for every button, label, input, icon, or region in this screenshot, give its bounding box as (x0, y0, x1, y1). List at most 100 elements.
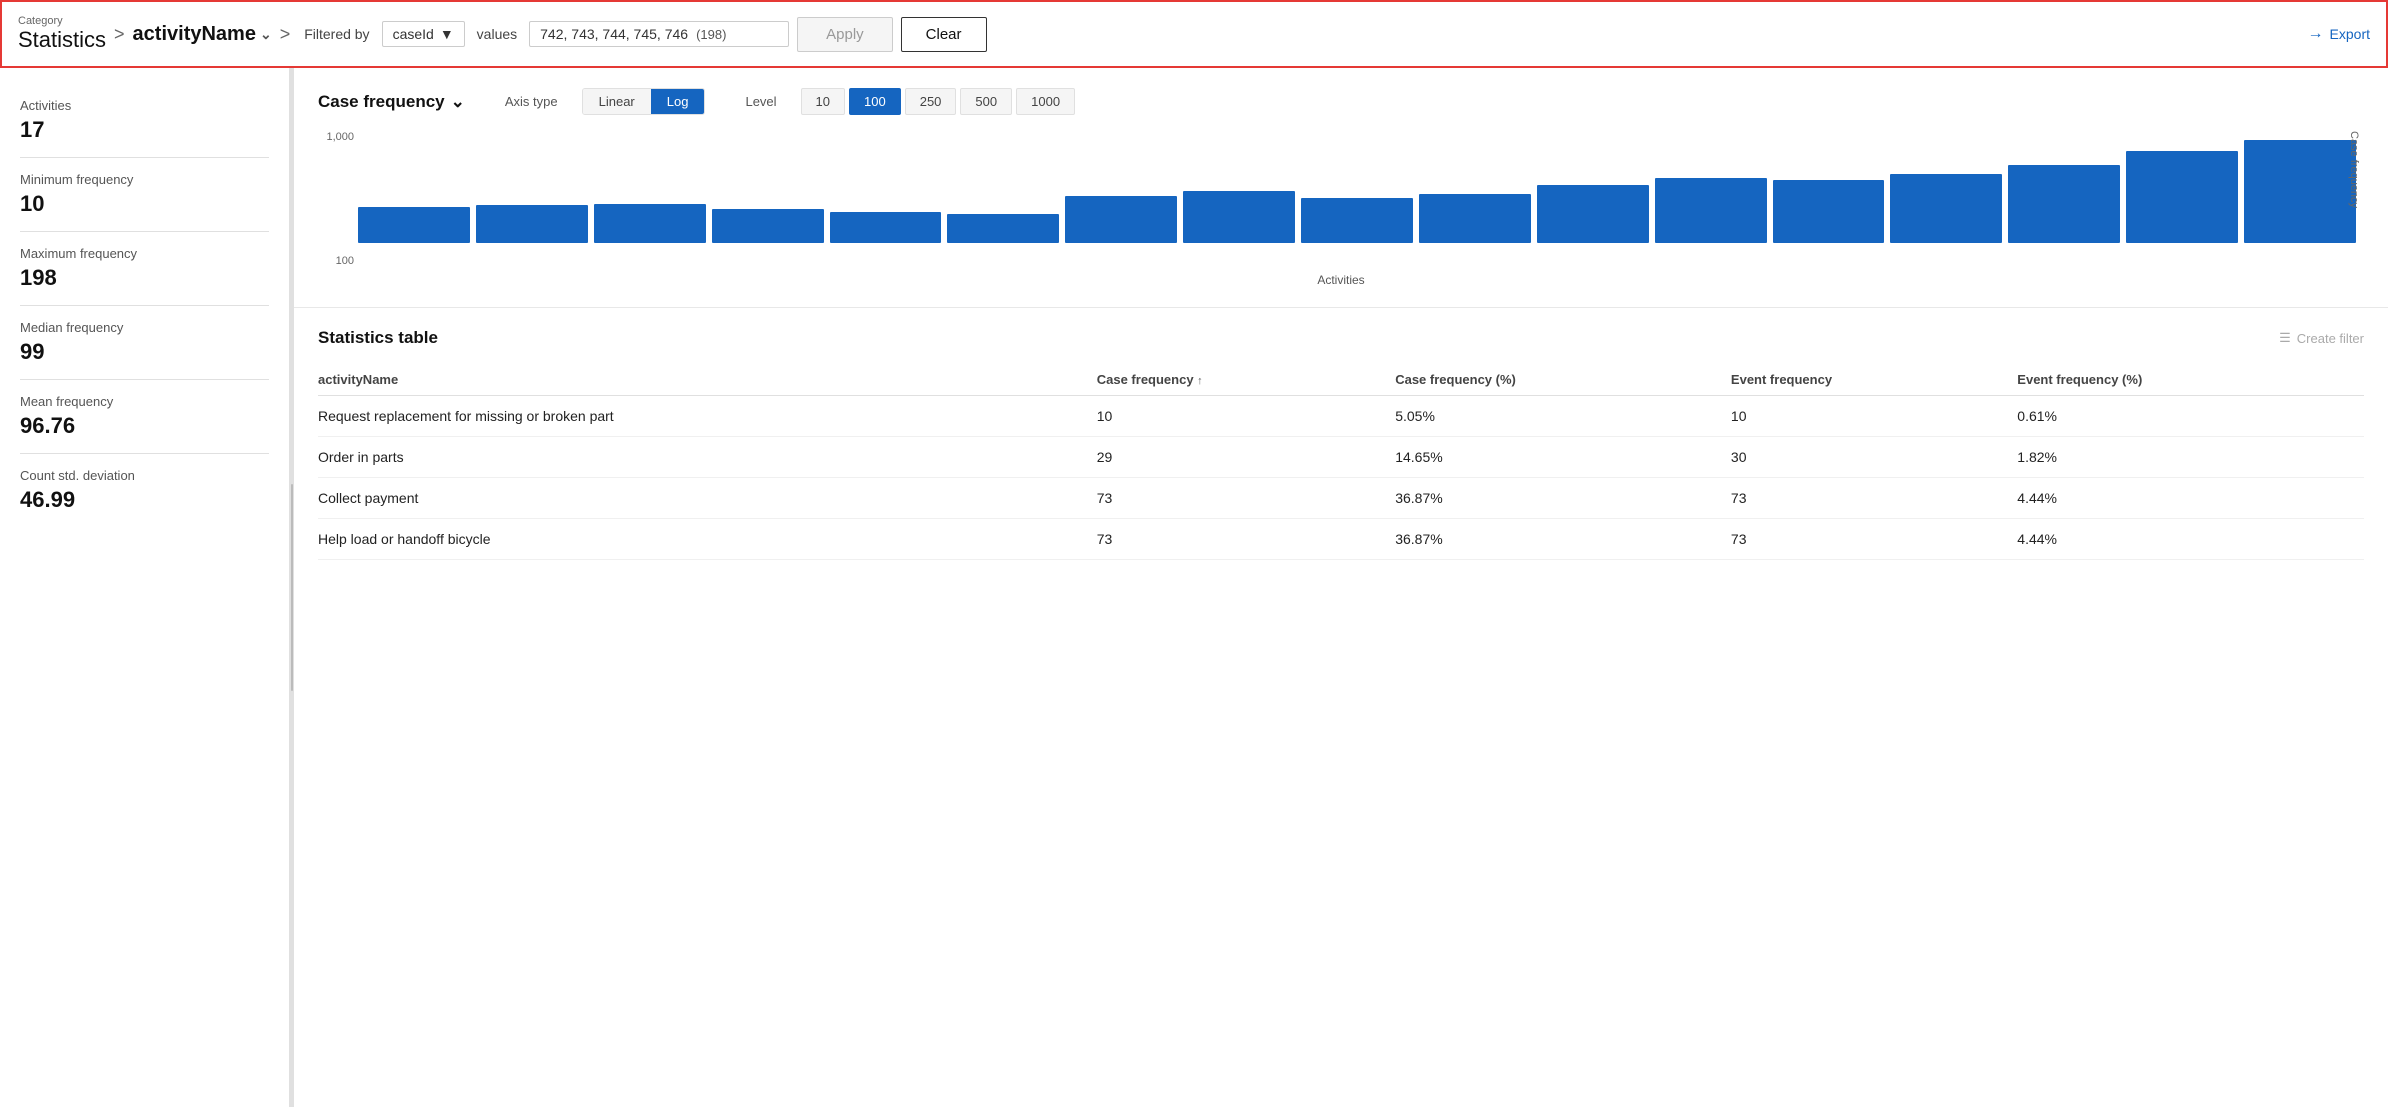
chart-area: 1,000 100 Case frequency Activities (318, 131, 2364, 291)
cell-eventFreq: 73 (1731, 478, 2017, 519)
chart-title-button[interactable]: Case frequency ⌄ (318, 92, 465, 112)
category-label: Category (18, 15, 106, 27)
cell-activityName: Order in parts (318, 437, 1097, 478)
level-250-button[interactable]: 250 (905, 88, 957, 115)
axis-linear-button[interactable]: Linear (583, 89, 651, 114)
sidebar: Activities 17 Minimum frequency 10 Maxim… (0, 68, 290, 1107)
sort-arrow-icon: ↑ (1197, 375, 1203, 387)
chart-bar (2126, 151, 2238, 243)
chart-bar (1773, 180, 1885, 243)
table-row: Order in parts2914.65%301.82% (318, 437, 2364, 478)
apply-button[interactable]: Apply (797, 17, 893, 52)
cell-eventFreq: 73 (1731, 519, 2017, 560)
stat-value: 96.76 (20, 413, 269, 439)
chart-bar (1655, 178, 1767, 243)
stat-label: Count std. deviation (20, 468, 269, 483)
cell-activityName: Help load or handoff bicycle (318, 519, 1097, 560)
create-filter-label: Create filter (2297, 331, 2364, 346)
cell-caseFreqPct: 36.87% (1395, 519, 1731, 560)
stat-item: Count std. deviation 46.99 (20, 454, 269, 527)
table-row: Request replacement for missing or broke… (318, 396, 2364, 437)
stat-value: 198 (20, 265, 269, 291)
chart-header: Case frequency ⌄ Axis type Linear Log Le… (318, 88, 2364, 115)
clear-button[interactable]: Clear (901, 17, 987, 52)
level-group: 101002505001000 (801, 88, 1076, 115)
cell-eventFreq: 30 (1731, 437, 2017, 478)
main-content: Activities 17 Minimum frequency 10 Maxim… (0, 68, 2388, 1107)
stat-value: 46.99 (20, 487, 269, 513)
values-input[interactable]: 742, 743, 744, 745, 746 (198) (529, 21, 789, 47)
breadcrumb: Category Statistics > activityName ⌄ > (18, 15, 292, 53)
table-head: activityNameCase frequency ↑Case frequen… (318, 364, 2364, 396)
axis-type-label: Axis type (505, 94, 558, 109)
activity-name-label: activityName (133, 23, 256, 46)
level-1000-button[interactable]: 1000 (1016, 88, 1075, 115)
chart-bar (1890, 174, 2002, 243)
cell-eventFreqPct: 0.61% (2017, 396, 2364, 437)
activity-name-button[interactable]: activityName ⌄ (133, 23, 272, 46)
col-header-caseFreq[interactable]: Case frequency ↑ (1097, 364, 1395, 396)
cell-activityName: Collect payment (318, 478, 1097, 519)
level-label: Level (745, 94, 776, 109)
cell-caseFreq: 10 (1097, 396, 1395, 437)
values-text: 742, 743, 744, 745, 746 (540, 26, 688, 42)
export-label: Export (2330, 26, 2370, 42)
table-header-row: Statistics table ☰ Create filter (318, 328, 2364, 348)
stat-value: 10 (20, 191, 269, 217)
table-row: Collect payment7336.87%734.44% (318, 478, 2364, 519)
col-header-eventFreq: Event frequency (1731, 364, 2017, 396)
chart-bar (2244, 140, 2356, 243)
statistics-table: activityNameCase frequency ↑Case frequen… (318, 364, 2364, 560)
cell-eventFreqPct: 4.44% (2017, 478, 2364, 519)
chart-bar (1301, 198, 1413, 243)
stat-label: Activities (20, 98, 269, 113)
chart-bar (1065, 196, 1177, 243)
chart-y-axis-label: Case frequency (2348, 131, 2360, 291)
cell-eventFreq: 10 (1731, 396, 2017, 437)
chart-bar (2008, 165, 2120, 243)
level-10-button[interactable]: 10 (801, 88, 845, 115)
col-header-eventFreqPct: Event frequency (%) (2017, 364, 2364, 396)
chart-bar (947, 214, 1059, 243)
filter-icon: ☰ (2279, 330, 2291, 346)
table-title: Statistics table (318, 328, 438, 348)
right-panel: Case frequency ⌄ Axis type Linear Log Le… (294, 68, 2388, 1107)
breadcrumb-sep2: > (280, 24, 291, 45)
chart-bar (1537, 185, 1649, 243)
chart-title-chevron-icon: ⌄ (451, 92, 465, 112)
cell-caseFreq: 29 (1097, 437, 1395, 478)
sidebar-divider[interactable] (290, 68, 294, 1107)
level-500-button[interactable]: 500 (960, 88, 1012, 115)
table-header-row-cols: activityNameCase frequency ↑Case frequen… (318, 364, 2364, 396)
bars-container (358, 131, 2356, 267)
values-label: values (477, 26, 517, 42)
stat-label: Mean frequency (20, 394, 269, 409)
level-100-button[interactable]: 100 (849, 88, 901, 115)
export-button[interactable]: → Export (2308, 25, 2370, 43)
stat-item: Mean frequency 96.76 (20, 380, 269, 454)
table-section: Statistics table ☰ Create filter activit… (294, 308, 2388, 580)
stat-label: Maximum frequency (20, 246, 269, 261)
chevron-down-icon: ⌄ (260, 26, 272, 43)
stat-item: Maximum frequency 198 (20, 232, 269, 306)
stat-label: Median frequency (20, 320, 269, 335)
cell-caseFreqPct: 5.05% (1395, 396, 1731, 437)
table-body: Request replacement for missing or broke… (318, 396, 2364, 560)
values-count: (198) (696, 27, 726, 42)
breadcrumb-category: Category Statistics (18, 15, 106, 53)
axis-log-button[interactable]: Log (651, 89, 705, 114)
chart-x-axis-label: Activities (1317, 273, 1364, 287)
filter-field-value: caseId (393, 26, 434, 42)
y-axis-values: 1,000 100 (318, 131, 354, 291)
chart-title: Case frequency (318, 92, 445, 112)
stat-label: Minimum frequency (20, 172, 269, 187)
create-filter-button[interactable]: ☰ Create filter (2279, 330, 2364, 346)
table-row: Help load or handoff bicycle7336.87%734.… (318, 519, 2364, 560)
cell-caseFreq: 73 (1097, 478, 1395, 519)
cell-eventFreqPct: 1.82% (2017, 437, 2364, 478)
filter-field-dropdown[interactable]: caseId ▼ (382, 21, 465, 47)
filtered-by-label: Filtered by (304, 26, 369, 42)
y-val-bottom: 100 (318, 255, 354, 267)
axis-type-toggle: Linear Log (582, 88, 706, 115)
chart-section: Case frequency ⌄ Axis type Linear Log Le… (294, 68, 2388, 308)
